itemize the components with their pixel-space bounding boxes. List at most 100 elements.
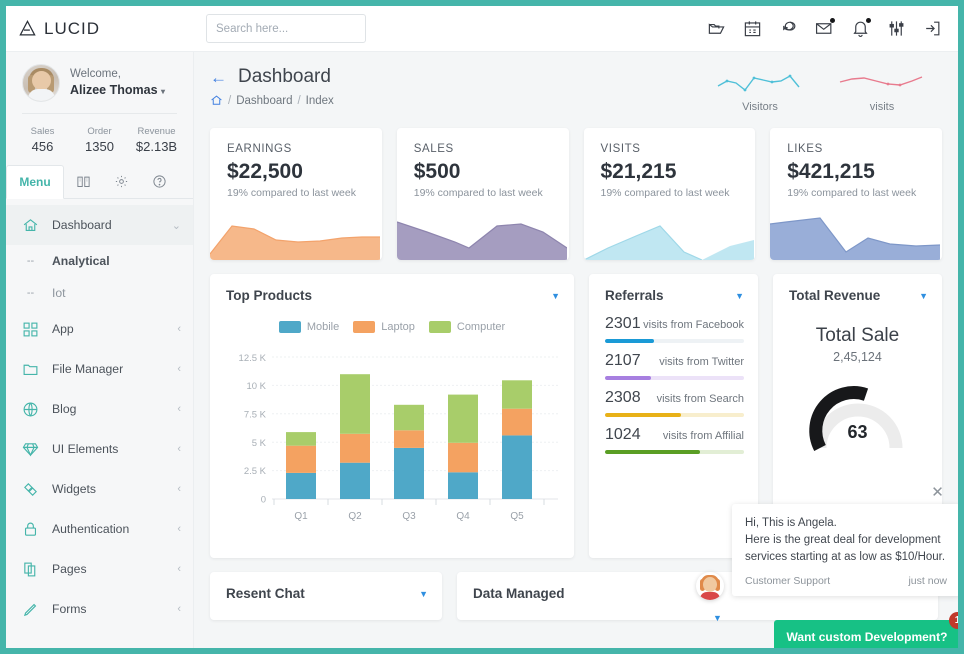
sidebar-item-label: File Manager: [52, 362, 124, 376]
chevron-left-icon[interactable]: ‹: [177, 603, 181, 615]
sidebar-tabs: Menu: [6, 165, 193, 199]
chat-line: Hi, This is Angela.: [745, 517, 837, 529]
y-tick-label: 7.5 K: [244, 410, 267, 421]
tab-menu[interactable]: Menu: [6, 165, 64, 199]
kpi-area-chart: [770, 217, 941, 260]
pencil-icon: [23, 603, 37, 616]
tab-settings[interactable]: [102, 165, 140, 198]
sidebar-stats: Sales 456 Order 1350 Revenue $2.13B: [6, 114, 193, 166]
tab-menu-label: Menu: [19, 175, 51, 189]
referral-label: visits from Affilial: [662, 430, 744, 442]
user-profile[interactable]: Welcome, Alizee Thomas ▾: [6, 52, 193, 113]
sidebar-item-label: Pages: [52, 562, 87, 576]
header-sparklines: Visitors visits: [716, 66, 942, 113]
logout-icon[interactable]: [923, 19, 942, 38]
lock-icon: [24, 522, 37, 536]
cta-badge: 1: [949, 612, 958, 629]
sidebar-item-authentication[interactable]: Authentication ‹: [6, 509, 193, 549]
arrow-left-icon[interactable]: ←: [210, 69, 227, 86]
kpi-card-likes[interactable]: LIKES $421,215 19% compared to last week: [770, 128, 942, 260]
chevron-left-icon[interactable]: ‹: [177, 323, 181, 335]
sidebar-item-ui-elements[interactable]: UI Elements ‹: [6, 429, 193, 469]
caret-down-icon[interactable]: ▾: [161, 87, 165, 96]
kpi-card-sales[interactable]: SALES $500 19% compared to last week: [396, 128, 569, 260]
search-box[interactable]: [206, 14, 370, 43]
sidebar-item-dashboard[interactable]: Dashboard ⌄: [6, 205, 193, 245]
home-icon: [23, 218, 38, 231]
legend-item-computer[interactable]: Computer: [428, 321, 505, 333]
home-icon[interactable]: [210, 94, 223, 107]
sidebar-item-blog[interactable]: Blog ‹: [6, 389, 193, 429]
kpi-title: VISITS: [600, 143, 641, 155]
referral-label: visits from Facebook: [643, 319, 744, 331]
dash-icon: --: [26, 287, 35, 299]
chevron-down-icon[interactable]: ⌄: [172, 219, 181, 232]
kpi-title: EARNINGS: [227, 143, 292, 155]
sidebar-item-label: Widgets: [52, 482, 97, 496]
chat-sender: Customer Support: [745, 575, 831, 587]
breadcrumb-item-index[interactable]: Index: [306, 95, 334, 107]
tab-help[interactable]: [140, 165, 178, 198]
sidebar-item-pages[interactable]: Pages ‹: [6, 549, 193, 589]
triangle-a-logo-icon: [19, 20, 36, 36]
bell-icon[interactable]: [851, 18, 871, 38]
chevron-left-icon[interactable]: ‹: [177, 363, 181, 375]
chat-line: services starting at as low as $10/Hour.: [745, 551, 946, 563]
caret-down-icon[interactable]: ▼: [551, 291, 560, 301]
chevron-left-icon[interactable]: ‹: [177, 483, 181, 495]
sidebar-item-iot[interactable]: -- Iot: [6, 277, 193, 309]
sidebar-item-analytical[interactable]: -- Analytical: [6, 245, 193, 277]
stat-order: Order 1350: [71, 125, 128, 156]
chevron-left-icon[interactable]: ‹: [177, 443, 181, 455]
custom-development-cta-button[interactable]: Want custom Development? 1: [774, 612, 958, 648]
folder-open-icon[interactable]: [707, 19, 726, 38]
kpi-area-chart: [396, 221, 567, 260]
user-name[interactable]: Alizee Thomas ▾: [70, 82, 165, 100]
stat-revenue: Revenue $2.13B: [128, 125, 185, 156]
x-tick-label: Q2: [348, 511, 362, 522]
kpi-area-chart: [210, 225, 380, 260]
referral-item-twitter: 2107 visits from Twitter: [589, 352, 758, 380]
legend-swatch: [428, 321, 451, 333]
x-tick-label: Q1: [294, 511, 308, 522]
gauge-value: 63: [847, 422, 868, 442]
mail-icon[interactable]: [815, 18, 835, 38]
caret-down-icon[interactable]: ▼: [919, 291, 928, 301]
legend-item-laptop[interactable]: Laptop: [353, 321, 415, 333]
sidebar-item-widgets[interactable]: Widgets ‹: [6, 469, 193, 509]
caret-down-icon[interactable]: ▼: [735, 291, 744, 301]
chevron-left-icon[interactable]: ‹: [177, 403, 181, 415]
kpi-card-earnings[interactable]: EARNINGS $22,500 19% compared to last we…: [210, 128, 382, 260]
kpi-value: $22,500: [227, 160, 303, 183]
tab-book[interactable]: [64, 165, 102, 198]
book-icon: [76, 176, 90, 187]
widgets-icon: [24, 482, 37, 496]
sidebar: Welcome, Alizee Thomas ▾ Sales 456 Order…: [6, 52, 194, 648]
chevron-left-icon[interactable]: ‹: [177, 563, 181, 575]
sparkline-label: Visitors: [742, 101, 778, 113]
dash-icon: --: [26, 255, 35, 267]
breadcrumb-item-dashboard[interactable]: Dashboard: [236, 95, 292, 107]
caret-down-icon[interactable]: ▼: [419, 589, 428, 599]
brand-logo-area[interactable]: LUCID: [6, 19, 194, 39]
kpi-card-visits[interactable]: VISITS $21,215 19% compared to last week: [583, 128, 756, 260]
search-input[interactable]: [216, 22, 370, 35]
calendar-icon[interactable]: [743, 19, 762, 38]
y-tick-label: 10 K: [246, 381, 266, 392]
chat-close-icon[interactable]: ✕: [929, 483, 946, 501]
chat-agent-avatar: [696, 572, 724, 600]
chevron-left-icon[interactable]: ‹: [177, 523, 181, 535]
sliders-icon[interactable]: [887, 19, 906, 38]
panel-title: Total Revenue: [789, 288, 881, 303]
legend-item-mobile[interactable]: Mobile: [278, 321, 339, 333]
sparkline-visits: visits: [838, 68, 926, 113]
chat-bubbles-icon[interactable]: [779, 19, 798, 38]
sidebar-item-app[interactable]: App ‹: [6, 309, 193, 349]
sidebar-item-forms[interactable]: Forms ‹: [6, 589, 193, 629]
referral-progress-bar: [605, 376, 744, 380]
stat-label: Revenue: [137, 126, 176, 137]
pages-icon: [24, 562, 36, 576]
caret-down-icon[interactable]: ▼: [713, 613, 722, 623]
kpi-subtitle: 19% compared to last week: [600, 187, 730, 199]
sidebar-item-file-manager[interactable]: File Manager ‹: [6, 349, 193, 389]
